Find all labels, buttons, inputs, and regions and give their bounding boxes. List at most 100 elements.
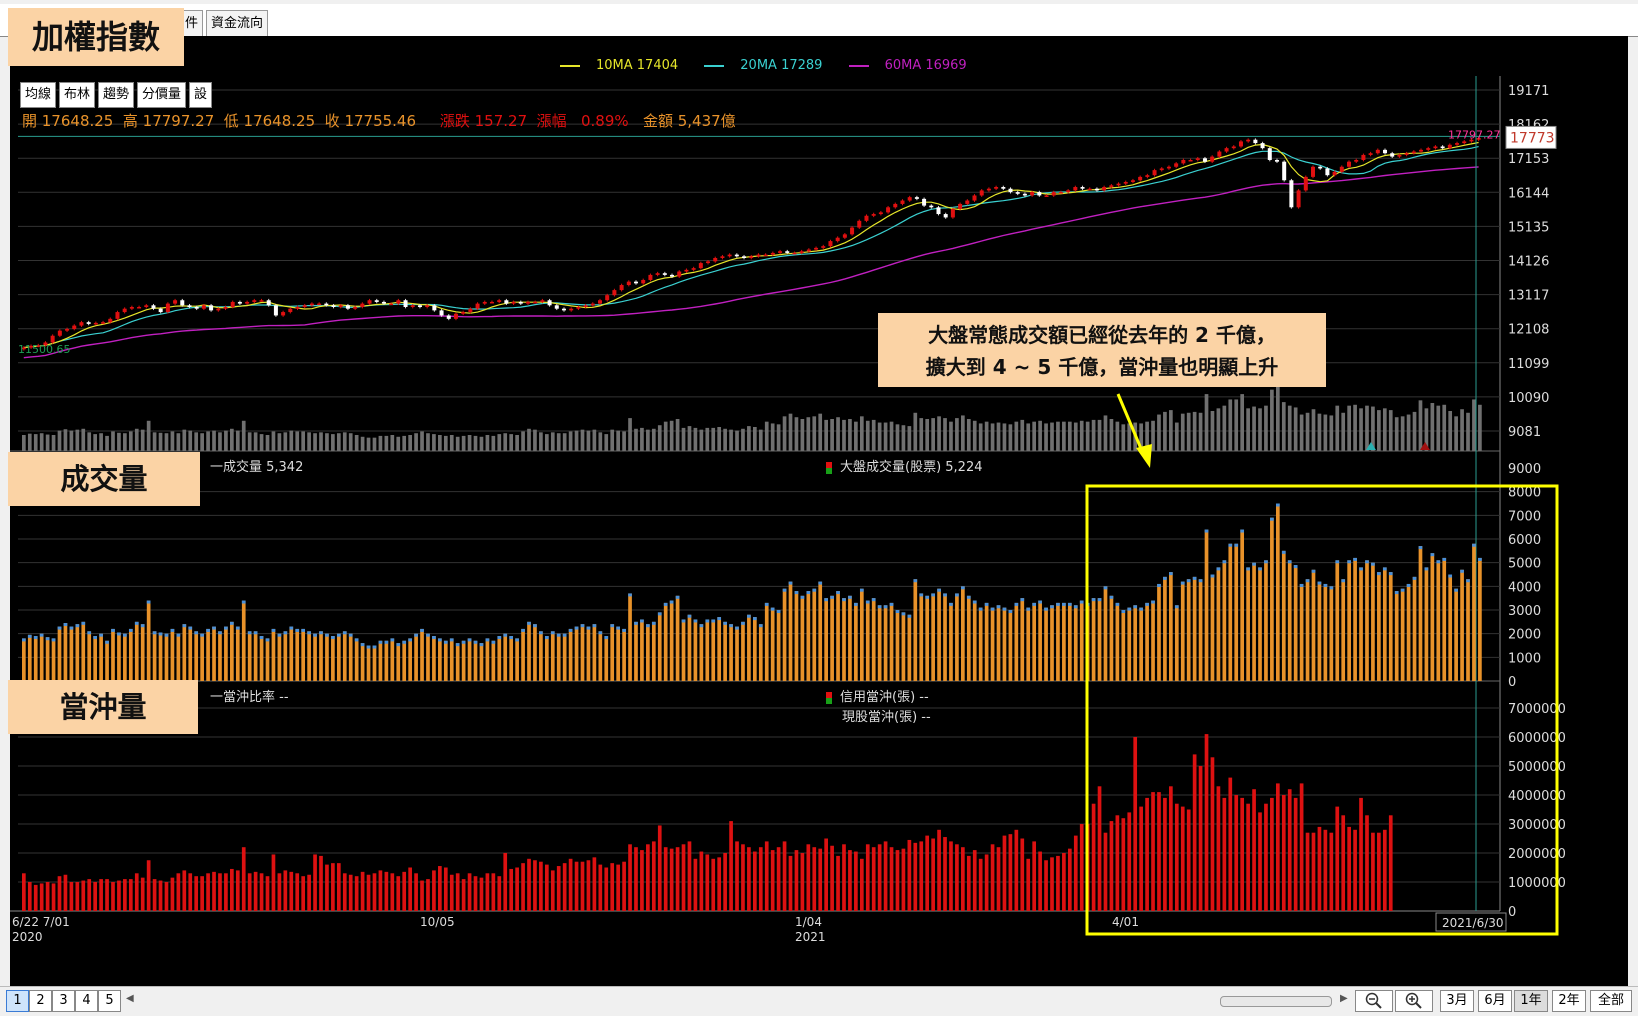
daytrade-bar <box>1050 857 1054 911</box>
background-volume-bar <box>681 427 686 451</box>
volume-bar-cap <box>1020 598 1025 602</box>
volume-bar-cap <box>515 638 519 642</box>
volume-bar <box>325 633 329 681</box>
daytrade-bar <box>1252 789 1256 911</box>
volume-bar <box>1240 529 1245 681</box>
volume-bar-cap <box>265 638 270 642</box>
page-left-arrow-icon[interactable]: ◀ <box>126 993 134 1004</box>
volume-bar-cap <box>449 638 454 642</box>
page-button-5[interactable]: 5 <box>98 990 121 1012</box>
zoom-out-icon <box>1365 992 1382 1009</box>
ma-button[interactable]: 均線 <box>20 82 57 108</box>
volume-bar <box>378 640 383 681</box>
background-volume-bar <box>753 427 757 451</box>
volume-bar <box>1388 572 1393 681</box>
candle-body <box>994 187 999 189</box>
zoom-out-button[interactable] <box>1355 990 1393 1012</box>
volume-bar <box>1293 565 1298 681</box>
candle-body <box>79 322 84 326</box>
scroll-right-arrow-icon[interactable]: ▶ <box>1340 993 1348 1004</box>
volume-bar <box>438 638 442 681</box>
page-button-1[interactable]: 1 <box>6 990 29 1012</box>
scrollbar[interactable] <box>1220 996 1332 1007</box>
volume-bar-cap <box>669 600 674 604</box>
background-volume-bar <box>1240 394 1245 451</box>
background-volume-bar <box>366 437 371 451</box>
background-volume-bar <box>1174 422 1179 451</box>
candle-body <box>237 301 242 304</box>
background-volume-bar <box>574 430 579 451</box>
background-volume-bar <box>230 428 234 451</box>
volume-bar-cap <box>289 626 294 630</box>
background-volume-bar <box>966 419 971 451</box>
daytrade-bar <box>1115 815 1120 911</box>
range-1y-button[interactable]: 1年 <box>1514 990 1548 1012</box>
range-all-button[interactable]: 全部 <box>1590 990 1632 1012</box>
range-3m-button[interactable]: 3月 <box>1440 990 1474 1012</box>
price-tick-label: 15135 <box>1508 220 1549 235</box>
background-volume-bar <box>307 432 311 451</box>
background-volume-bar <box>640 427 644 451</box>
page-button-3[interactable]: 3 <box>52 990 75 1012</box>
candle-body <box>65 328 70 331</box>
volume-bar <box>949 602 953 681</box>
daytrade-bar <box>473 876 478 911</box>
daytrade-bar <box>1109 821 1114 911</box>
daytrade-bar <box>1067 848 1072 911</box>
volume-bar <box>360 643 365 681</box>
price-tick-label: 13117 <box>1508 289 1549 304</box>
background-volume-bar <box>836 417 840 451</box>
bollinger-button[interactable]: 布林 <box>59 82 96 108</box>
candle-body <box>1246 139 1251 142</box>
zoom-in-button[interactable] <box>1395 990 1433 1012</box>
volume-bar <box>170 628 175 681</box>
background-volume-bar <box>515 435 519 451</box>
volume-bar-cap <box>1139 607 1143 611</box>
volume-bar-cap <box>384 640 389 644</box>
candle-body <box>893 203 898 208</box>
daytrade-bar <box>1151 792 1155 911</box>
volume-bar <box>134 621 139 681</box>
price-volume-button[interactable]: 分價量 <box>137 82 187 108</box>
volume-bar-cap <box>955 593 959 597</box>
candle-body <box>986 188 991 191</box>
page-button-4[interactable]: 4 <box>75 990 98 1012</box>
background-volume-bar <box>646 429 650 451</box>
daytrade-bar <box>978 858 983 911</box>
background-volume-bar <box>729 429 733 451</box>
range-2y-button[interactable]: 2年 <box>1552 990 1586 1012</box>
background-volume-bar <box>1073 422 1078 451</box>
background-volume-bar <box>253 432 258 451</box>
page-button-2[interactable]: 2 <box>29 990 52 1012</box>
volume-bar <box>812 588 817 681</box>
trend-button[interactable]: 趨勢 <box>98 82 135 108</box>
volume-bar-cap <box>461 640 466 644</box>
tab-money-flow[interactable]: 資金流向 <box>206 10 269 38</box>
background-volume-bar <box>931 418 935 451</box>
background-volume-bar <box>1050 422 1054 451</box>
volume-bar <box>711 619 716 681</box>
candle-body <box>353 307 358 309</box>
high-value: 高 17797.27 <box>122 112 215 130</box>
candle-body <box>1303 176 1308 191</box>
candle-body <box>583 305 588 308</box>
volume-bar <box>1442 557 1447 681</box>
volume-bar-cap <box>158 632 163 636</box>
background-volume-bar <box>770 423 775 451</box>
daytrade-bar <box>22 873 26 911</box>
candle-body <box>482 301 487 304</box>
candle-body <box>367 300 372 304</box>
settings-button[interactable]: 設 <box>189 82 213 108</box>
volume-bar <box>319 631 323 681</box>
background-volume-bar <box>289 430 294 451</box>
candle-body <box>245 301 250 304</box>
amount-value: 金額 5,437億 <box>642 112 736 130</box>
candle-body <box>1274 159 1279 162</box>
volume-bar <box>966 595 971 681</box>
background-volume-bar <box>390 435 395 451</box>
volume-bar <box>961 586 965 681</box>
daytrade-bar <box>1347 826 1351 911</box>
range-6m-button[interactable]: 6月 <box>1478 990 1512 1012</box>
volume-bar <box>1365 560 1369 681</box>
volume-bar-cap <box>824 598 829 602</box>
